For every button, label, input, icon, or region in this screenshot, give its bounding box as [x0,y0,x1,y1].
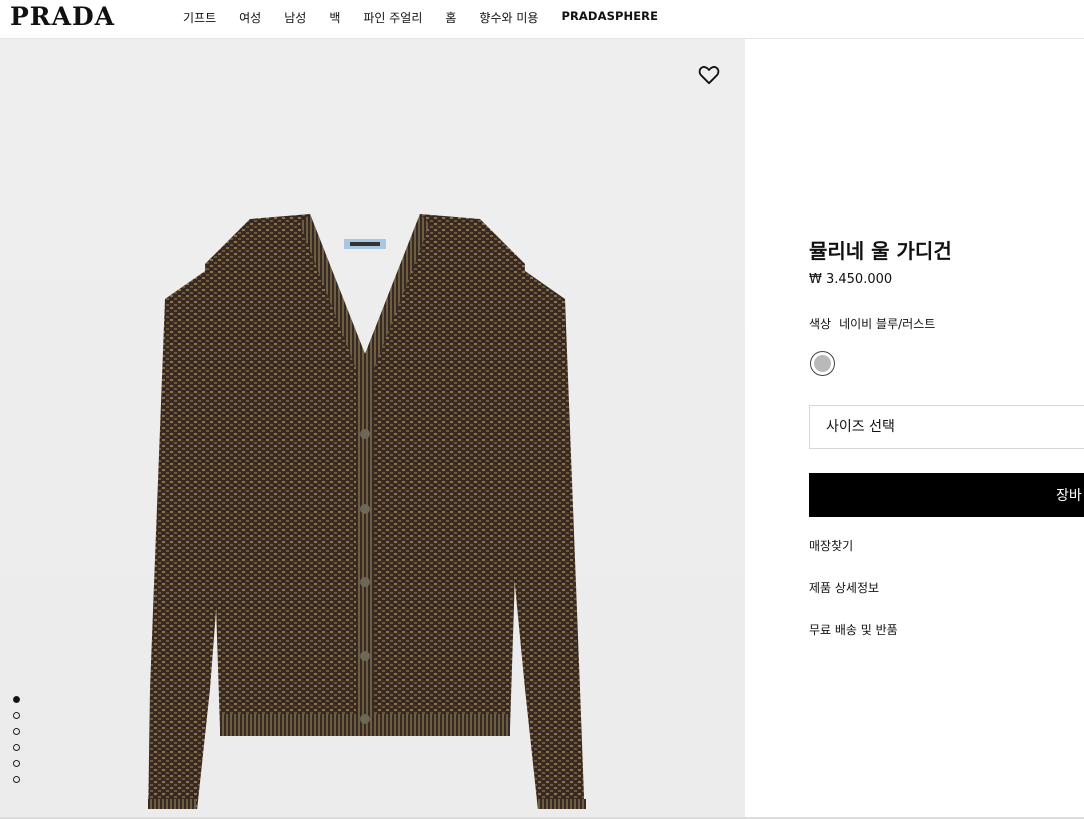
product-image [148,214,586,809]
color-label: 색상 [809,317,832,331]
gallery-dot[interactable] [13,712,20,719]
product-gallery[interactable] [0,39,745,817]
gallery-dot[interactable] [13,776,20,783]
product-details: 뮬리네 울 가디건 ₩ 3.450.000 색상 네이비 블루/러스트 사이즈 선… [809,0,1084,819]
nav-item-gifts[interactable]: 기프트 [183,9,216,26]
nav-item-bags[interactable]: 백 [329,9,340,26]
nav-item-home[interactable]: 홈 [445,9,456,26]
gallery-pagination [13,696,20,783]
nav-item-women[interactable]: 여성 [239,9,261,26]
wishlist-heart-icon[interactable] [698,65,720,85]
nav-item-beauty[interactable]: 향수와 미용 [479,9,538,26]
nav-item-fine-jewelry[interactable]: 파인 주얼리 [363,9,422,26]
store-locator-link[interactable]: 매장찾기 [809,537,853,554]
color-value: 네이비 블루/러스트 [839,317,936,331]
color-info: 색상 네이비 블루/러스트 [809,315,943,332]
shipping-returns-link[interactable]: 무료 배송 및 반품 [809,621,898,638]
add-to-cart-button[interactable]: 장바 [809,473,1084,517]
size-select[interactable]: 사이즈 선택 [809,405,1084,449]
product-details-link[interactable]: 제품 상세정보 [809,579,879,596]
gallery-dot[interactable] [13,696,20,703]
main-nav: 기프트 여성 남성 백 파인 주얼리 홈 향수와 미용 PRADASPHERE [183,9,681,26]
product-title: 뮬리네 울 가디건 [809,239,952,263]
nav-item-men[interactable]: 남성 [284,9,306,26]
color-swatch[interactable] [810,351,835,376]
gallery-dot[interactable] [13,744,20,751]
nav-item-pradasphere[interactable]: PRADASPHERE [561,9,658,26]
gallery-dot[interactable] [13,760,20,767]
prada-logo[interactable]: PRADA [10,2,115,31]
gallery-dot[interactable] [13,728,20,735]
product-price: ₩ 3.450.000 [809,272,893,287]
